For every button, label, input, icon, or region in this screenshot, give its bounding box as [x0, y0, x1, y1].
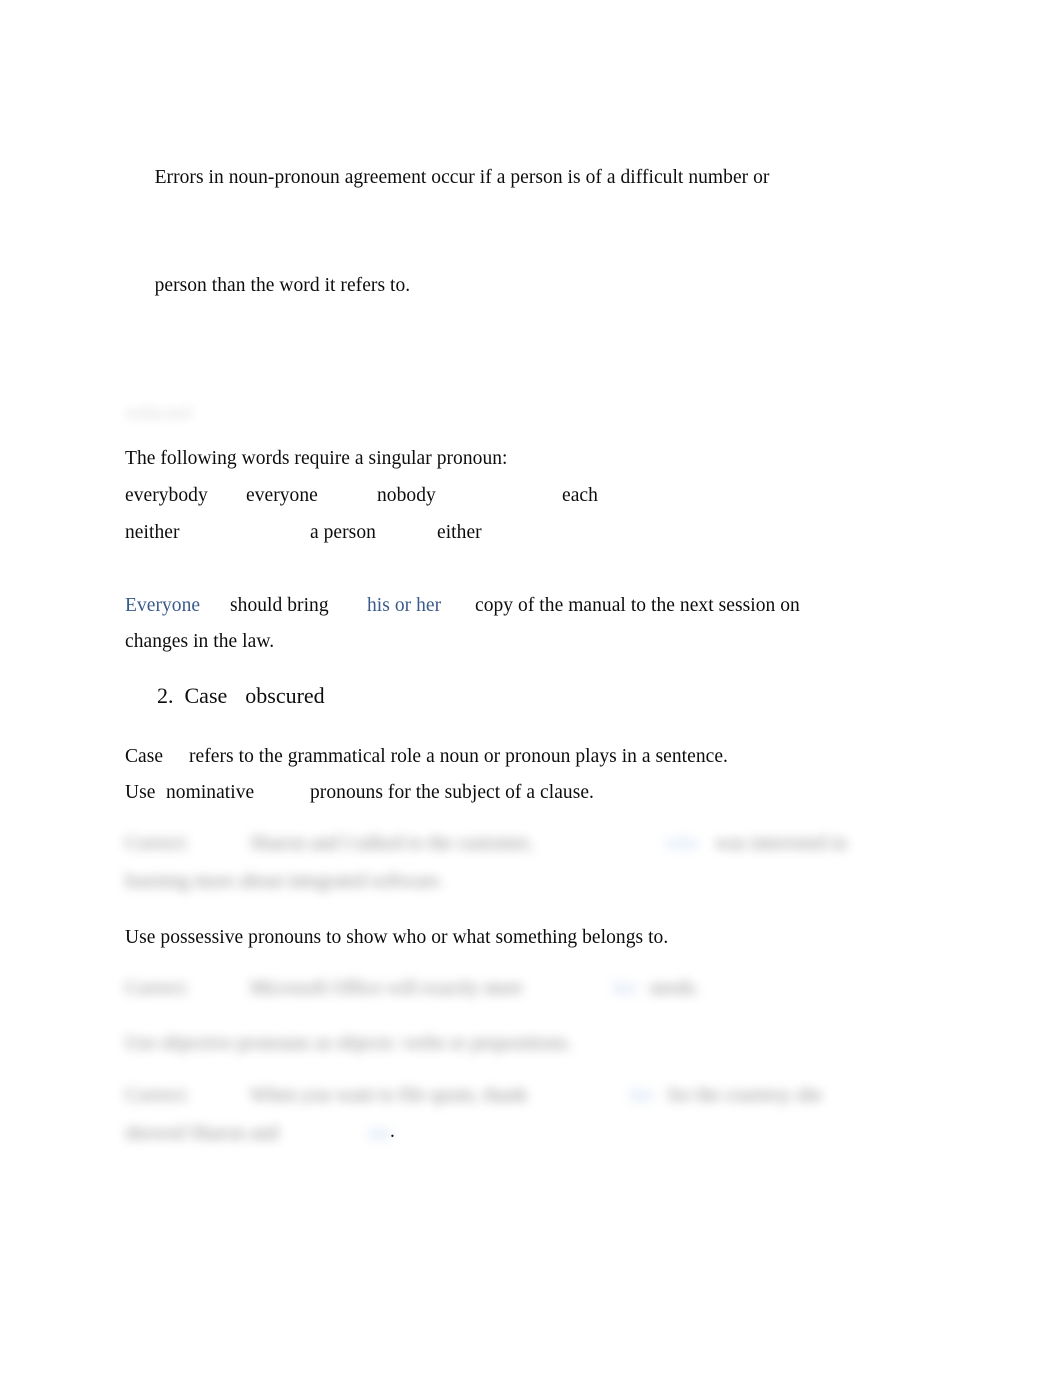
- correct-nominative-example: Correct: Sharon and I talked to the cust…: [125, 826, 915, 900]
- correct-objective-line-2-highlight: me: [368, 1123, 392, 1144]
- example-remainder: copy of the manual to the next session o…: [475, 595, 800, 616]
- correct-possessive-label: Correct:: [125, 978, 190, 999]
- word-everyone: everyone: [246, 485, 318, 506]
- correct-possessive-highlight: her: [613, 978, 639, 999]
- singular-pronoun-intro: The following words require a singular p…: [125, 448, 508, 469]
- case-definition-text: refers to the grammatical role a noun or…: [189, 746, 728, 767]
- example-everyone-sentence: Everyone should bring his or her copy of…: [125, 588, 915, 660]
- objective-intro: Use objective pronouns as objects: verbs…: [125, 1033, 572, 1054]
- correct-nominative-text-a: Sharon and I talked to the customer,: [250, 833, 534, 854]
- correct-nominative-label: Correct:: [125, 833, 190, 854]
- correct-nominative-line-2: learning more about integrated software.: [125, 871, 444, 892]
- case-definition: Case refers to the grammatical role a no…: [125, 739, 915, 811]
- example-verb-phrase: should bring: [230, 595, 329, 616]
- heading-title: Case: [184, 683, 228, 708]
- heading-blurred-suffix: obscured: [245, 683, 325, 708]
- word-each: each: [562, 485, 598, 506]
- intro-line-1: Errors in noun-pronoun agreement occur i…: [154, 167, 770, 188]
- nominative-term: nominative: [166, 782, 255, 803]
- case-term: Case: [125, 746, 164, 767]
- nominative-definition-text: pronouns for the subject of a clause.: [310, 782, 594, 803]
- word-nobody: nobody: [377, 485, 436, 506]
- redacted-smudge: redacted: [125, 403, 192, 424]
- document-page: Errors in noun-pronoun agreement occur i…: [0, 0, 1062, 1376]
- possessive-intro: Use possessive pronouns to show who or w…: [125, 927, 669, 948]
- word-either: either: [437, 522, 482, 543]
- correct-objective-highlight: her: [630, 1085, 656, 1106]
- final-period: .: [390, 1121, 395, 1142]
- correct-nominative-highlight: who: [665, 833, 699, 854]
- heading-number: 2.: [157, 683, 174, 708]
- example-pronoun-his-or-her: his or her: [367, 595, 442, 616]
- correct-objective-text-a: When you want to file quote, thank: [250, 1085, 528, 1106]
- word-neither: neither: [125, 522, 180, 543]
- correct-objective-label: Correct:: [125, 1085, 190, 1106]
- correct-possessive-example: Correct: Microsoft Office will exactly m…: [125, 971, 915, 1007]
- correct-objective-line-2-a: showed Sharon and: [125, 1123, 279, 1144]
- correct-possessive-text-b: needs.: [650, 978, 700, 999]
- intro-paragraph: Errors in noun-pronoun agreement occur i…: [125, 124, 915, 340]
- example-everyone-line-2: changes in the law.: [125, 631, 275, 652]
- nominative-use-label: Use: [125, 782, 156, 803]
- intro-line-2: person than the word it refers to.: [154, 275, 411, 296]
- correct-possessive-text-a: Microsoft Office will exactly meet: [250, 978, 523, 999]
- word-everybody: everybody: [125, 485, 208, 506]
- heading-case: 2. Case obscured: [157, 680, 325, 712]
- correct-objective-example: Correct: When you want to file quote, th…: [125, 1078, 915, 1152]
- correct-objective-text-b: for the courtesy she: [668, 1085, 823, 1106]
- example-subject-everyone: Everyone: [125, 595, 201, 616]
- word-a-person: a person: [310, 522, 376, 543]
- correct-nominative-text-b: was interested in: [715, 833, 847, 854]
